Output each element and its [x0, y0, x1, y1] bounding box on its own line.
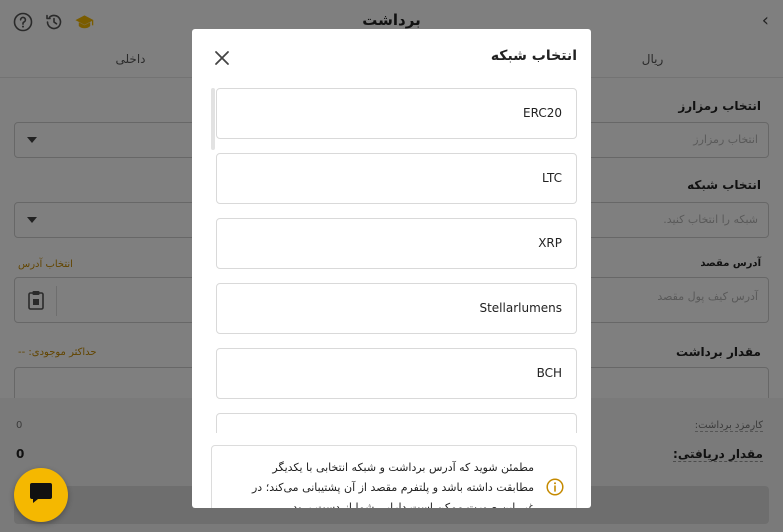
warning-text: مطمئن شوید که آدرس برداشت و شبکه انتخابی…: [251, 461, 534, 508]
network-item-partial[interactable]: [216, 413, 577, 433]
network-modal: انتخاب شبکه ERC20 LTC XRP Stellarlumens …: [192, 29, 591, 508]
chat-button[interactable]: [14, 468, 68, 522]
scrollbar-thumb[interactable]: [211, 88, 215, 150]
modal-title: انتخاب شبکه: [490, 48, 577, 64]
network-item-label: BCH: [536, 366, 562, 380]
info-icon: [546, 478, 564, 496]
network-item-xrp[interactable]: XRP: [216, 218, 577, 269]
network-warning: مطمئن شوید که آدرس برداشت و شبکه انتخابی…: [211, 445, 577, 508]
network-item-stellarlumens[interactable]: Stellarlumens: [216, 283, 577, 334]
network-item-label: ERC20: [523, 106, 562, 120]
chat-icon: [28, 481, 54, 509]
network-item-erc20[interactable]: ERC20: [216, 88, 577, 139]
close-icon[interactable]: [214, 50, 230, 66]
network-item-label: Stellarlumens: [479, 301, 562, 315]
network-list[interactable]: ERC20 LTC XRP Stellarlumens BCH: [192, 88, 591, 433]
network-item-label: LTC: [541, 171, 562, 185]
network-item-bch[interactable]: BCH: [216, 348, 577, 399]
network-item-label: XRP: [538, 236, 562, 250]
network-item-ltc[interactable]: LTC: [216, 153, 577, 204]
